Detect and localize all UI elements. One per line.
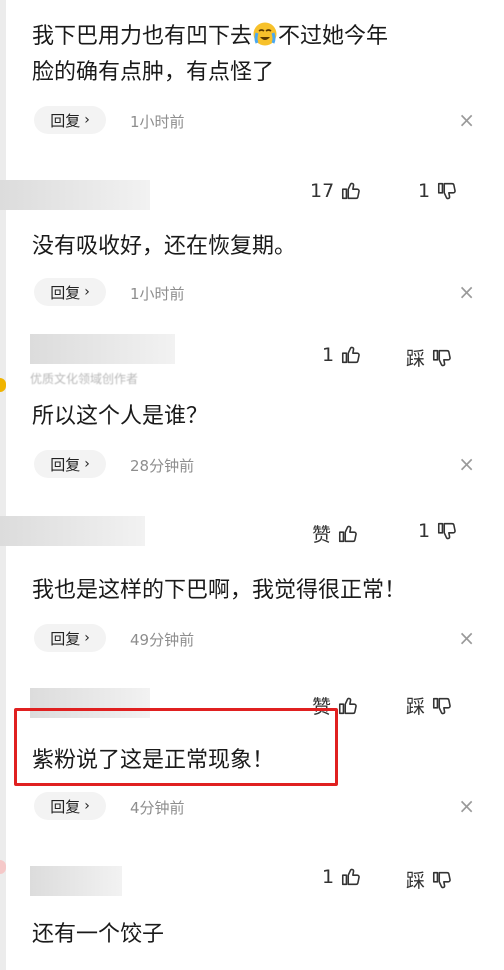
like-label: 赞 — [312, 524, 332, 546]
reply-button[interactable]: 回复 › — [34, 278, 106, 306]
close-icon[interactable]: × — [458, 626, 475, 650]
avatar — [0, 180, 150, 210]
comment-time: 28分钟前 — [130, 457, 195, 475]
thumbs-up-icon — [342, 346, 360, 364]
like-button[interactable]: 赞 — [312, 520, 359, 547]
comment-meta: 回复 › 4分钟前 × — [30, 792, 475, 822]
comment-text-line2: 脸的确有点肿，有点怪了 — [32, 60, 275, 85]
reply-button[interactable]: 回复 › — [34, 450, 106, 478]
comment-text: 还有一个饺子 — [32, 922, 165, 947]
comment-meta: 回复 › 1小时前 × — [30, 278, 475, 308]
avatar — [30, 866, 122, 896]
comment-meta: 回复 › 1小时前 × — [30, 106, 475, 136]
dislike-count: 1 — [418, 180, 431, 202]
thumbs-up-icon — [342, 868, 360, 886]
thumbs-down-icon — [432, 697, 451, 714]
comment-meta: 回复 › 49分钟前 × — [30, 624, 475, 654]
reply-button[interactable]: 回复 › — [34, 792, 106, 820]
creator-badge: 优质文化领域创作者 — [30, 372, 139, 386]
dislike-label: 踩 — [406, 696, 426, 718]
thumbs-up-icon — [338, 697, 357, 714]
comment-header: 赞 1 — [0, 516, 475, 548]
like-button[interactable]: 1 — [322, 344, 362, 366]
badge-dot — [0, 378, 6, 392]
avatar — [30, 334, 175, 364]
comment-header: 优质文化领域创作者 1 踩 — [30, 334, 475, 386]
chevron-right-icon: › — [84, 112, 90, 128]
chevron-right-icon: › — [84, 630, 90, 646]
like-button[interactable]: 1 — [322, 866, 362, 888]
dislike-label: 踩 — [406, 870, 426, 892]
comment-text: 我下巴用力也有凹下去 不过她今年 — [32, 20, 388, 54]
crying-face-emoji-icon — [252, 21, 278, 47]
left-edge-strip — [0, 0, 6, 970]
like-count: 1 — [322, 344, 335, 366]
thumbs-down-icon — [438, 182, 456, 200]
comment-time: 4分钟前 — [130, 799, 185, 817]
close-icon[interactable]: × — [458, 452, 475, 476]
reply-button[interactable]: 回复 › — [34, 624, 106, 652]
close-icon[interactable]: × — [458, 280, 475, 304]
thumbs-down-icon — [438, 522, 456, 540]
comment-text: 没有吸收好，还在恢复期。 — [32, 234, 297, 259]
badge-dot — [0, 860, 6, 874]
dislike-button[interactable]: 1 — [418, 180, 458, 202]
thumbs-down-icon — [432, 871, 451, 888]
reply-button[interactable]: 回复 › — [34, 106, 106, 134]
like-count: 17 — [310, 180, 335, 202]
avatar — [0, 516, 145, 546]
dislike-count: 1 — [418, 520, 431, 542]
comment-time: 1小时前 — [130, 113, 185, 131]
dislike-button[interactable]: 踩 — [406, 866, 453, 893]
comment-text: 所以这个人是谁？ — [32, 404, 209, 429]
highlight-annotation-box — [14, 708, 338, 786]
comment-meta: 回复 › 28分钟前 × — [30, 450, 475, 480]
dislike-button[interactable]: 踩 — [406, 692, 453, 719]
thumbs-up-icon — [338, 525, 357, 542]
comment-time: 1小时前 — [130, 285, 185, 303]
close-icon[interactable]: × — [458, 108, 475, 132]
dislike-button[interactable]: 1 — [418, 520, 458, 542]
comment-text: 我也是这样的下巴啊，我觉得很正常！ — [32, 578, 407, 603]
close-icon[interactable]: × — [458, 794, 475, 818]
chevron-right-icon: › — [84, 456, 90, 472]
like-count: 1 — [322, 866, 335, 888]
dislike-button[interactable]: 踩 — [406, 344, 453, 371]
comment-header: 1 踩 — [30, 862, 475, 896]
chevron-right-icon: › — [84, 798, 90, 814]
dislike-label: 踩 — [406, 348, 426, 370]
thumbs-down-icon — [432, 349, 451, 366]
comment-header: 17 1 — [0, 176, 475, 210]
comment-time: 49分钟前 — [130, 631, 195, 649]
chevron-right-icon: › — [84, 284, 90, 300]
like-button[interactable]: 17 — [310, 180, 362, 202]
thumbs-up-icon — [342, 182, 361, 200]
